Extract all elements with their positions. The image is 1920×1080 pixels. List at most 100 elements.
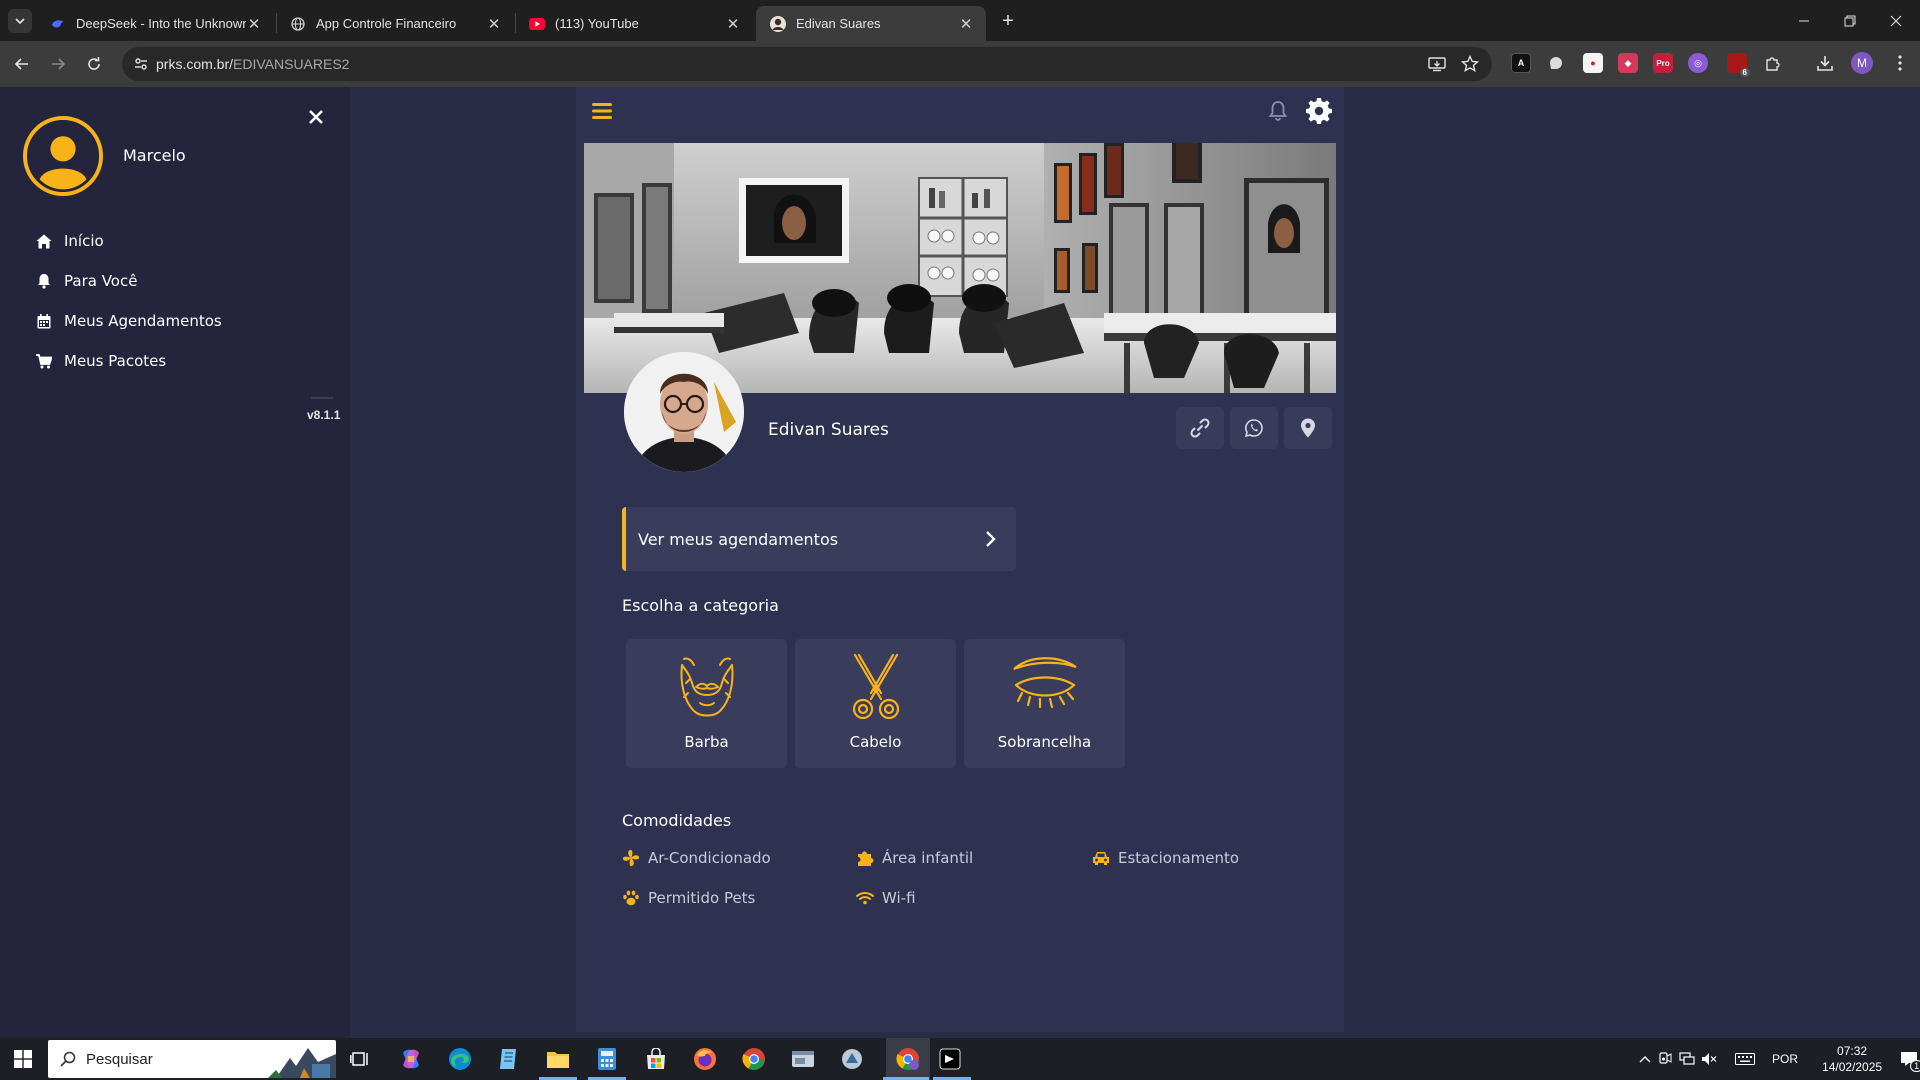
chrome-profile-window-icon[interactable] xyxy=(886,1038,930,1080)
tab-close-icon[interactable]: ✕ xyxy=(486,16,502,33)
app-window-icon[interactable] xyxy=(788,1044,818,1074)
hamburger-menu-icon[interactable] xyxy=(590,99,614,123)
reload-button[interactable] xyxy=(80,50,108,78)
terminal-icon[interactable] xyxy=(935,1044,965,1074)
puzzle-icon xyxy=(856,849,874,867)
extension-icon[interactable]: A xyxy=(1511,53,1531,73)
car-icon xyxy=(1092,849,1110,867)
minimize-button[interactable] xyxy=(1781,0,1827,41)
calculator-icon[interactable] xyxy=(592,1044,622,1074)
extension-icon[interactable]: ◆ xyxy=(1618,53,1638,73)
site-info-icon[interactable] xyxy=(132,55,150,73)
sidebar-item-label: Para Você xyxy=(64,272,138,290)
share-link-button[interactable] xyxy=(1176,407,1224,449)
category-label: Barba xyxy=(684,733,729,751)
file-explorer-icon[interactable] xyxy=(543,1044,573,1074)
restore-button[interactable] xyxy=(1827,0,1873,41)
arrow-right-icon xyxy=(52,58,66,70)
extension-icon[interactable]: ◎ xyxy=(1688,53,1708,73)
windows-logo-icon xyxy=(14,1050,32,1068)
whatsapp-button[interactable] xyxy=(1230,407,1278,449)
eyebrow-icon xyxy=(1013,657,1077,709)
window-close-button[interactable] xyxy=(1873,0,1919,41)
sidebar-item-meus-agendamentos[interactable]: Meus Agendamentos xyxy=(36,308,222,334)
tab-title: Edivan Suares xyxy=(796,16,881,31)
app-version: v8.1.1 xyxy=(307,408,341,422)
settings-gear-icon[interactable] xyxy=(1306,98,1332,124)
profile-favicon xyxy=(770,15,786,32)
category-label: Cabelo xyxy=(849,733,902,751)
cart-icon xyxy=(36,353,52,369)
category-card-barba[interactable]: Barba xyxy=(626,639,787,768)
more-menu-icon[interactable] xyxy=(1890,53,1910,73)
notification-center-icon[interactable]: 1 xyxy=(1900,1051,1920,1072)
user-avatar[interactable] xyxy=(23,116,103,196)
input-language[interactable]: POR xyxy=(1772,1052,1798,1066)
url-host: prks.com.br/ xyxy=(156,56,234,72)
professional-avatar xyxy=(624,352,744,472)
store-icon[interactable] xyxy=(641,1044,671,1074)
keyboard-icon[interactable] xyxy=(1728,1053,1762,1065)
category-card-sobrancelha[interactable]: Sobrancelha xyxy=(964,639,1125,768)
browser-toolbar: prks.com.br/EDIVANSUARES2 A ● ◆ Pro ◎ 6 … xyxy=(0,41,1920,87)
extension-icon[interactable]: Pro xyxy=(1653,53,1673,73)
browser-tab[interactable]: (113) YouTube ✕ xyxy=(515,6,753,41)
tab-close-icon[interactable]: ✕ xyxy=(958,16,974,33)
browser-tab-bar: DeepSeek - Into the Unknown ✕ App Contro… xyxy=(0,0,1920,41)
tab-close-icon[interactable]: ✕ xyxy=(725,16,741,33)
firefox-icon[interactable] xyxy=(690,1044,720,1074)
tab-close-icon[interactable]: ✕ xyxy=(246,16,262,33)
location-button[interactable] xyxy=(1284,407,1332,449)
amenity-label: Área infantil xyxy=(882,849,974,867)
amenity-wi-fi: Wi-fi xyxy=(856,889,916,907)
tray-chevron-up-icon[interactable] xyxy=(1636,1055,1654,1063)
extension-badge: 6 xyxy=(1739,68,1750,77)
category-card-cabelo[interactable]: Cabelo xyxy=(795,639,956,768)
task-view-icon[interactable] xyxy=(345,1044,375,1074)
copilot-icon[interactable] xyxy=(396,1044,426,1074)
sidebar-close-button[interactable] xyxy=(303,104,329,130)
notepad-icon[interactable] xyxy=(494,1044,524,1074)
view-appointments-label: Ver meus agendamentos xyxy=(638,529,839,549)
windows-start-button[interactable] xyxy=(8,1044,38,1074)
fan-icon xyxy=(622,849,640,867)
sidebar-item-inicio[interactable]: Início xyxy=(36,228,104,254)
browser-tab-active[interactable]: Edivan Suares ✕ xyxy=(756,6,986,41)
close-icon xyxy=(309,110,323,124)
taskbar-search-placeholder: Pesquisar xyxy=(86,1050,153,1068)
browser-tab[interactable]: DeepSeek - Into the Unknown ✕ xyxy=(36,6,274,41)
chrome-icon[interactable] xyxy=(739,1044,769,1074)
windows-taskbar: Pesquisar POR 07:32 14/02/2025 1 xyxy=(0,1038,1920,1080)
profile-avatar-button[interactable]: M xyxy=(1851,52,1873,74)
new-tab-button[interactable]: + xyxy=(995,8,1021,34)
reload-icon xyxy=(88,57,100,70)
teams-chat-icon[interactable] xyxy=(837,1044,867,1074)
forward-button[interactable] xyxy=(44,50,72,78)
link-icon xyxy=(1190,418,1210,438)
sidebar-item-para-voce[interactable]: Para Você xyxy=(36,268,137,294)
downloads-icon[interactable] xyxy=(1815,53,1835,73)
sidebar-item-meus-pacotes[interactable]: Meus Pacotes xyxy=(36,348,166,374)
notifications-bell-icon[interactable] xyxy=(1266,99,1290,123)
professional-name: Edivan Suares xyxy=(768,420,889,440)
meet-now-icon[interactable] xyxy=(1654,1052,1676,1066)
edge-browser-icon[interactable] xyxy=(445,1044,475,1074)
clock-date: 14/02/2025 xyxy=(1822,1060,1883,1074)
install-app-icon[interactable] xyxy=(1428,55,1446,73)
taskbar-search-box[interactable]: Pesquisar xyxy=(48,1040,336,1078)
tab-search-button[interactable] xyxy=(8,9,32,33)
network-icon[interactable] xyxy=(1676,1052,1698,1066)
volume-muted-icon[interactable] xyxy=(1698,1052,1720,1066)
extension-icon[interactable] xyxy=(1546,53,1566,73)
clock[interactable]: 07:32 14/02/2025 xyxy=(1822,1043,1882,1075)
extension-icon[interactable]: 6 xyxy=(1727,53,1750,77)
bookmark-star-icon[interactable] xyxy=(1461,55,1479,73)
extensions-puzzle-icon[interactable] xyxy=(1763,53,1783,73)
view-appointments-button[interactable]: Ver meus agendamentos xyxy=(622,507,1016,571)
address-bar[interactable]: prks.com.br/EDIVANSUARES2 xyxy=(122,47,1492,81)
back-button[interactable] xyxy=(8,50,36,78)
category-section-title: Escolha a categoria xyxy=(622,596,779,615)
browser-tab[interactable]: App Controle Financeiro ✕ xyxy=(276,6,514,41)
user-name: Marcelo xyxy=(123,146,186,165)
extension-icon[interactable]: ● xyxy=(1583,53,1603,73)
